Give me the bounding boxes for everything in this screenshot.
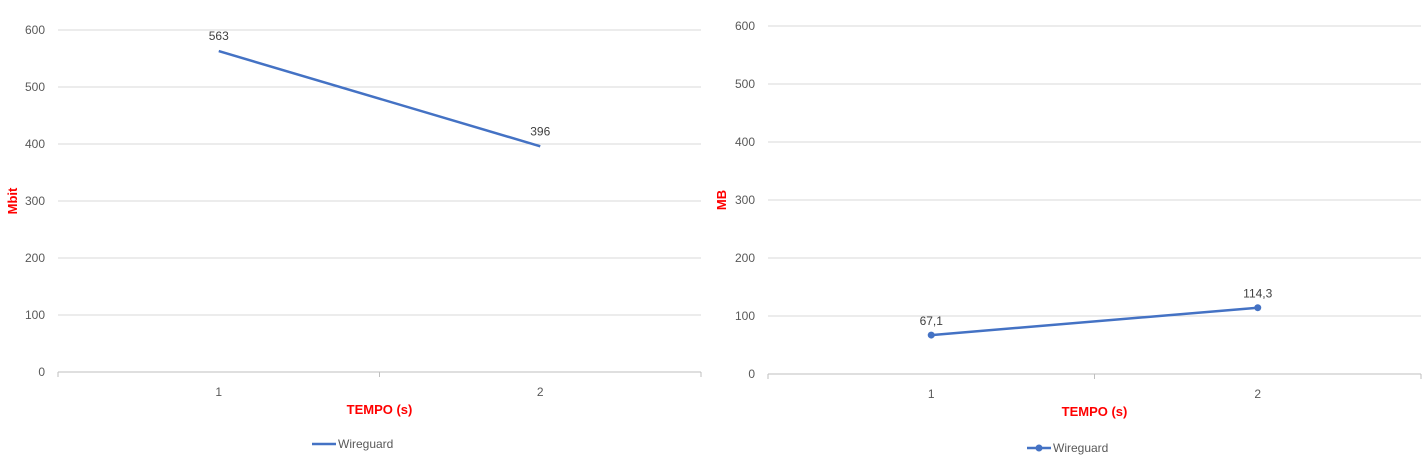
- y-tick-label: 300: [735, 193, 755, 207]
- legend-label: Wireguard: [338, 437, 393, 451]
- x-axis-title: TEMPO (s): [1062, 404, 1128, 419]
- y-tick-label: 0: [748, 367, 755, 381]
- y-tick-label: 400: [735, 135, 755, 149]
- x-tick-label: 2: [537, 385, 544, 399]
- series-line: [218, 49, 541, 148]
- y-tick-label: 200: [735, 251, 755, 265]
- data-label: 114,3: [1243, 287, 1272, 301]
- data-point: [1254, 304, 1262, 312]
- y-tick-label: 500: [25, 80, 45, 94]
- data-label: 563: [209, 29, 229, 43]
- chart-throughput-mbit: 0 100 200 300 400 500 600 1 2 TEMPO (s) Mbit 563 396…: [5, 23, 702, 451]
- x-tick-label: 2: [1254, 387, 1261, 401]
- data-label: 396: [530, 124, 550, 138]
- x-tick-label: 1: [215, 385, 222, 399]
- y-tick-label: 100: [735, 309, 755, 323]
- y-tick-label: 200: [25, 251, 45, 265]
- legend-label: Wireguard: [1053, 441, 1108, 455]
- y-axis-title: MB: [714, 190, 729, 210]
- data-label: 67,1: [920, 314, 944, 328]
- y-tick-label: 100: [25, 308, 45, 322]
- y-tick-label: 400: [25, 137, 45, 151]
- x-axis-title: TEMPO (s): [347, 402, 413, 417]
- y-tick-label: 600: [25, 23, 45, 37]
- y-tick-label: 0: [38, 365, 45, 379]
- y-axis-title: Mbit: [5, 187, 20, 214]
- y-tick-label: 500: [735, 77, 755, 91]
- y-tick-label: 600: [735, 19, 755, 33]
- legend-marker-icon: [1035, 444, 1043, 452]
- series-line: [931, 306, 1258, 337]
- x-tick-label: 1: [928, 387, 935, 401]
- y-tick-label: 300: [25, 194, 45, 208]
- chart-transfer-mb: 0 100 200 300 400 500 600 1 2 TEMPO (s) MB 67,1 114,…: [714, 19, 1422, 455]
- data-point: [927, 331, 935, 339]
